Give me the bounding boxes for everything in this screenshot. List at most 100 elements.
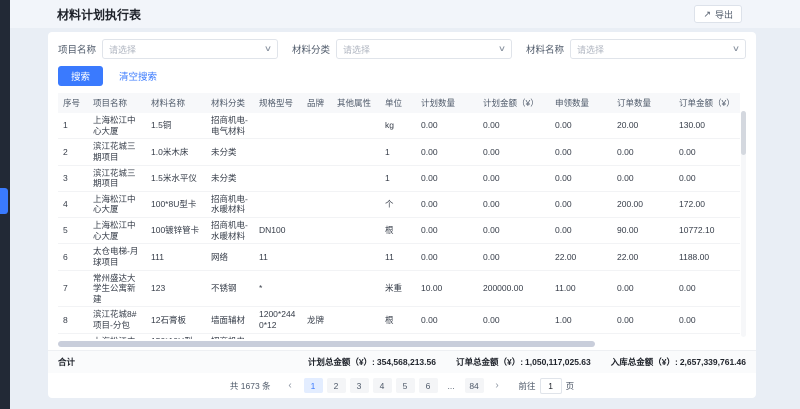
table-cell: 不锈钢 (206, 270, 254, 307)
summary-item-label: 订单总金额（¥）: (456, 357, 523, 367)
page-button-3[interactable]: 3 (350, 378, 369, 393)
table-cell: 200.00 (612, 191, 674, 217)
table-cell: 172.00 (674, 191, 740, 217)
goto-page-prefix: 前往 (519, 380, 536, 392)
table-area: 序号项目名称材料名称材料分类规格型号品牌其他属性单位计划数量计划金额（¥）申领数… (58, 93, 746, 339)
table-header-row: 序号项目名称材料名称材料分类规格型号品牌其他属性单位计划数量计划金额（¥）申领数… (58, 93, 740, 113)
table-row: 9上海松江中心大厦150*10U型卡招商机电-水暖材料个0.000.000.00… (58, 333, 740, 339)
table-cell: 100*8U型卡 (146, 191, 206, 217)
table-cell (332, 191, 380, 217)
page-button-6[interactable]: 6 (419, 378, 438, 393)
table-cell: 0.00 (478, 307, 550, 333)
page-button-84[interactable]: 84 (465, 378, 484, 393)
table-cell (302, 270, 332, 307)
clear-search-button[interactable]: 清空搜索 (111, 66, 165, 86)
table-cell: 滨江花城三期项目 (88, 139, 146, 165)
next-page-button[interactable]: › (488, 378, 507, 393)
table-cell: 7 (58, 270, 88, 307)
table-row: 1上海松江中心大厦1.5铜招商机电-电气材料kg0.000.000.0020.0… (58, 113, 740, 139)
table-cell: 1.5米水平仪 (146, 165, 206, 191)
table-cell: 0.00 (416, 244, 478, 270)
filter-select-2[interactable]: 请选择∨ (336, 39, 512, 59)
page-button-1[interactable]: 1 (304, 378, 323, 393)
table-cell: 10772.10 (674, 218, 740, 244)
table-cell: 上海松江中心大厦 (88, 333, 146, 339)
table-cell: 0.00 (674, 165, 740, 191)
table-cell: 4 (58, 191, 88, 217)
table-cell: 20.00 (612, 113, 674, 139)
goto-page-input[interactable] (540, 378, 562, 394)
table-cell: 网络 (206, 244, 254, 270)
table-cell: 0.00 (550, 139, 612, 165)
table-cell: 根 (380, 218, 416, 244)
table-cell: 10.00 (416, 270, 478, 307)
page-title: 材料计划执行表 (57, 6, 141, 23)
collapsed-sidebar[interactable] (0, 0, 10, 409)
summary-item: 入库总金额（¥）:2,657,339,761.46 (611, 356, 746, 368)
table-cell: 1.5铜 (146, 113, 206, 139)
table-cell: 90.00 (612, 218, 674, 244)
table-body: 1上海松江中心大厦1.5铜招商机电-电气材料kg0.000.000.0020.0… (58, 113, 740, 339)
table-cell: 上海松江中心大厦 (88, 218, 146, 244)
table-cell: 150*10U型卡 (146, 333, 206, 339)
table-cell: 0.00 (416, 191, 478, 217)
table-cell: 0.00 (550, 165, 612, 191)
table-row: 3滨江花城三期项目1.5米水平仪未分类10.000.000.000.000.00 (58, 165, 740, 191)
summary-item-value: 354,568,213.56 (377, 357, 436, 367)
table-cell: DN100 (254, 218, 302, 244)
chevron-down-icon: ∨ (732, 45, 740, 53)
prev-page-button[interactable]: ‹ (281, 378, 300, 393)
table-cell: 123 (146, 270, 206, 307)
table-cell: 156.80 (674, 333, 740, 339)
table-cell (332, 244, 380, 270)
table-cell: 招商机电-水暖材料 (206, 333, 254, 339)
vertical-scrollbar[interactable] (741, 111, 746, 337)
horizontal-scrollbar[interactable] (58, 340, 746, 348)
table-cell: 6 (58, 244, 88, 270)
vertical-scrollbar-thumb[interactable] (741, 111, 746, 155)
page-button-4[interactable]: 4 (373, 378, 392, 393)
filter-placeholder: 请选择 (343, 43, 370, 56)
table-cell: 12石膏板 (146, 307, 206, 333)
column-header: 项目名称 (88, 93, 146, 113)
table-cell: 8 (58, 307, 88, 333)
filter-select-3[interactable]: 请选择 ∨ (570, 39, 746, 59)
table-cell: 墙面辅材 (206, 307, 254, 333)
table-row: 6太仓电梯-月球项目111网络11110.000.0022.0022.00118… (58, 244, 740, 270)
filter-select-1[interactable]: 请选择∨ (102, 39, 278, 59)
page-button-5[interactable]: 5 (396, 378, 415, 393)
summary-items: 计划总金额（¥）:354,568,213.56订单总金额（¥）:1,050,11… (308, 356, 746, 368)
sidebar-expand-handle[interactable] (0, 188, 8, 214)
table-cell: 0.00 (550, 333, 612, 339)
page-number-list: 123456...84 (304, 378, 484, 393)
export-button[interactable]: ↗ 导出 (694, 5, 742, 23)
table-cell (332, 165, 380, 191)
summary-item-label: 计划总金额（¥）: (308, 357, 375, 367)
table-cell: kg (380, 113, 416, 139)
table-cell: 0.00 (612, 307, 674, 333)
table-cell: 招商机电-电气材料 (206, 113, 254, 139)
filter-bar: 项目名称请选择∨材料分类请选择∨材料名称请选择∨ (58, 39, 746, 59)
table-row: 5上海松江中心大厦100镀锌管卡招商机电-水暖材料DN100根0.000.000… (58, 218, 740, 244)
table-cell: 太仓电梯-月球项目 (88, 244, 146, 270)
table-cell: 0.00 (478, 244, 550, 270)
table-cell: 0.00 (416, 333, 478, 339)
summary-total-label: 合计 (58, 356, 75, 368)
column-header: 订单数量 (612, 93, 674, 113)
summary-item-label: 入库总金额（¥）: (611, 357, 678, 367)
search-button[interactable]: 搜索 (58, 66, 103, 86)
table-cell: 130.00 (674, 113, 740, 139)
table-cell: 0.00 (478, 165, 550, 191)
content-card: 项目名称请选择∨材料分类请选择∨材料名称请选择∨ 搜索 清空搜索 序号项目名称材… (48, 32, 756, 398)
table-cell (254, 333, 302, 339)
page-button-2[interactable]: 2 (327, 378, 346, 393)
table-cell: 1188.00 (674, 244, 740, 270)
pagination-total-count: 共 1673 条 (230, 380, 271, 392)
horizontal-scrollbar-thumb[interactable] (58, 341, 595, 347)
filter-group-2: 材料分类请选择∨ (292, 39, 512, 59)
column-header: 其他属性 (332, 93, 380, 113)
table-cell (302, 333, 332, 339)
table-cell: 个 (380, 191, 416, 217)
table-cell: 未分类 (206, 165, 254, 191)
filter-placeholder: 请选择 (577, 43, 604, 56)
